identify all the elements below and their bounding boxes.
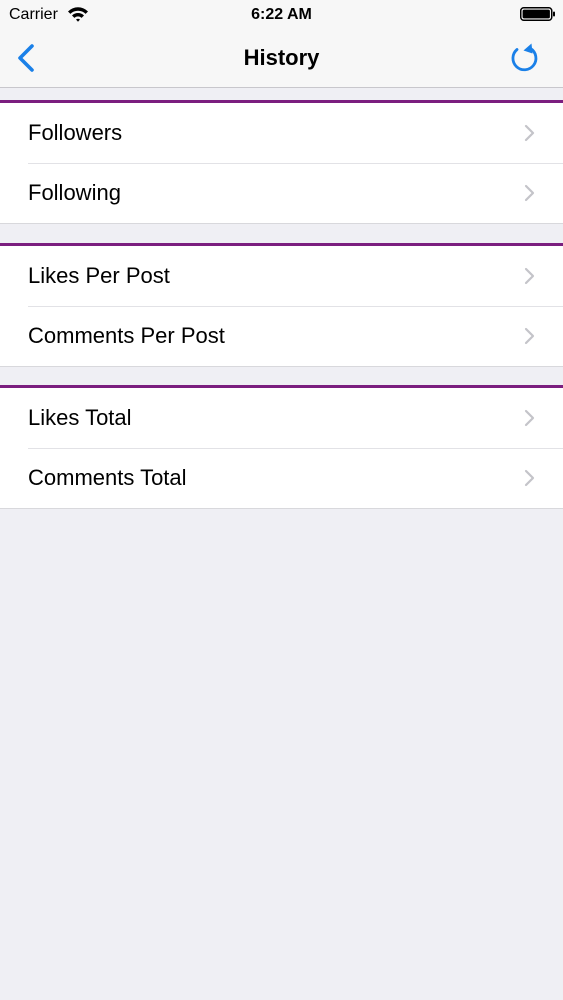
page-title: History [243,45,320,70]
row-label: Comments Total [28,465,187,490]
status-time: 6:22 AM [251,6,312,23]
section-per-post: Likes Per Post Comments Per Post [0,243,563,367]
battery-icon [520,7,555,21]
chevron-right-icon [524,469,535,487]
chevron-right-icon [524,409,535,427]
section-followers: Followers Following [0,100,563,224]
row-comments-per-post[interactable]: Comments Per Post [0,306,563,366]
status-bar: Carrier 6:22 AM [0,0,563,30]
navigation-bar: History [0,30,563,88]
chevron-right-icon [524,327,535,345]
row-label: Likes Per Post [28,263,170,288]
row-likes-total[interactable]: Likes Total [0,388,563,448]
row-label: Likes Total [28,405,132,430]
chevron-right-icon [524,184,535,202]
refresh-button[interactable] [508,42,540,74]
row-label: Following [28,180,121,205]
chevron-right-icon [524,267,535,285]
row-comments-total[interactable]: Comments Total [0,448,563,508]
row-label: Comments Per Post [28,323,225,348]
row-followers[interactable]: Followers [0,103,563,163]
row-likes-per-post[interactable]: Likes Per Post [0,246,563,306]
row-label: Followers [28,120,123,145]
section-totals: Likes Total Comments Total [0,385,563,509]
row-following[interactable]: Following [0,163,563,223]
chevron-right-icon [524,124,535,142]
